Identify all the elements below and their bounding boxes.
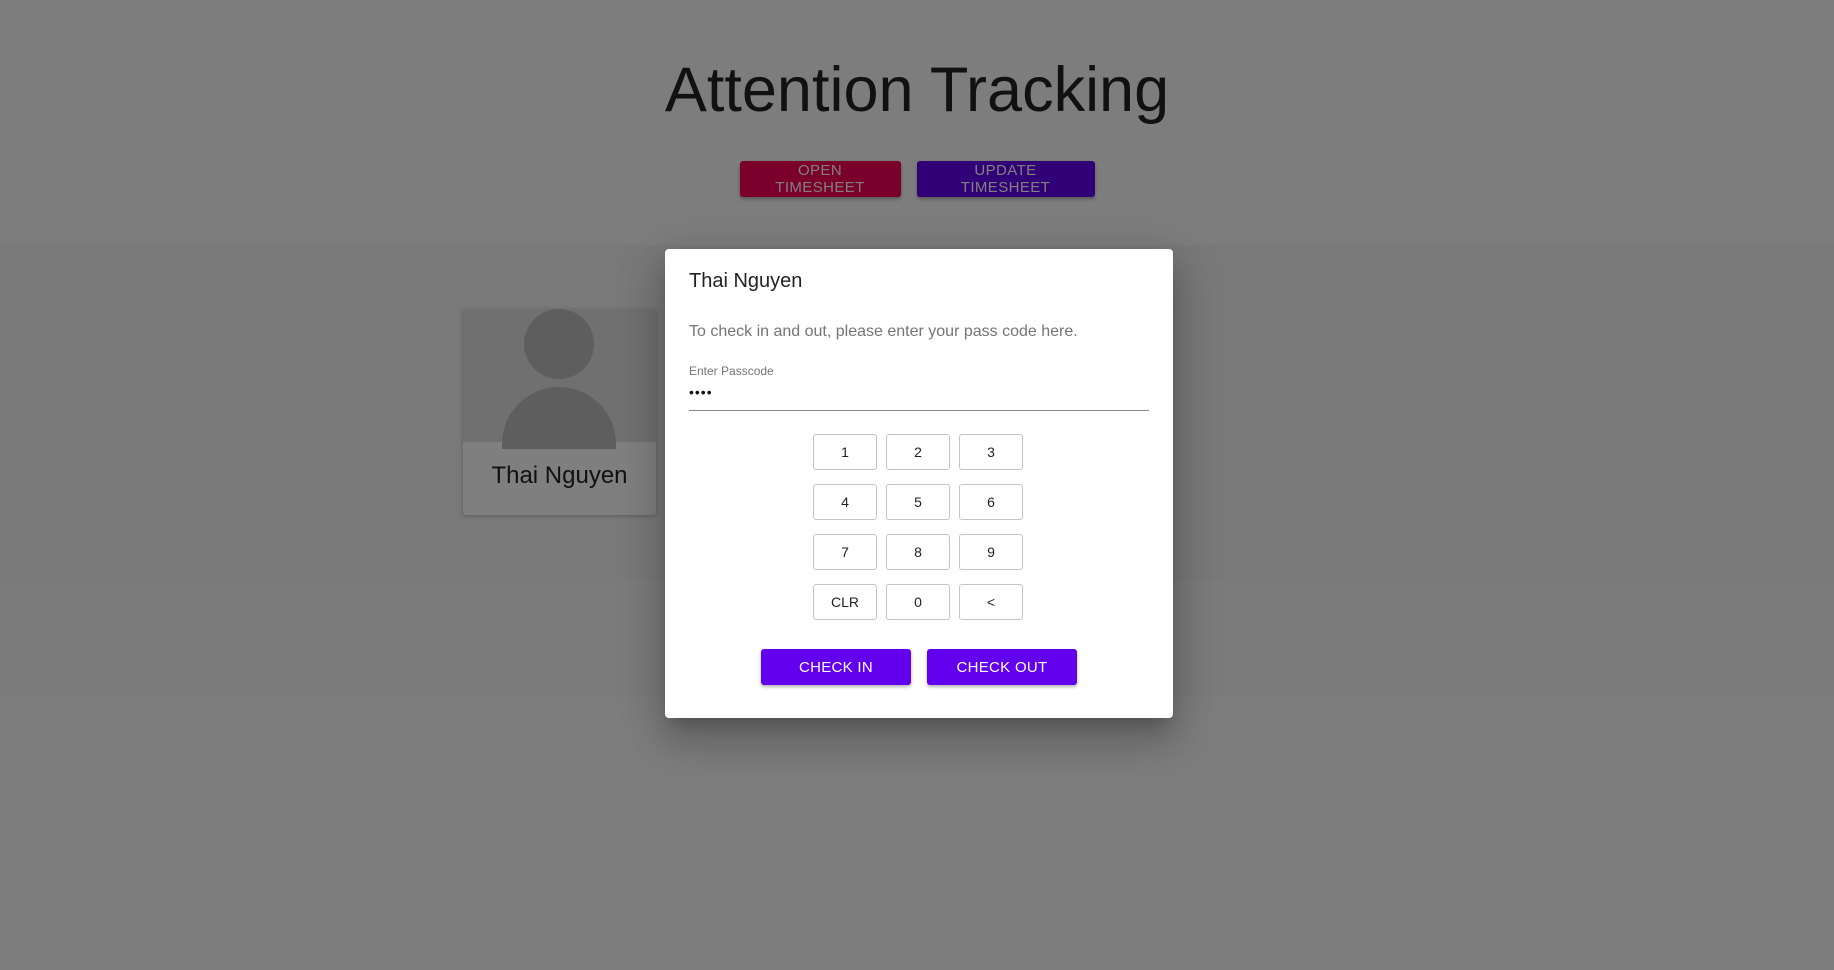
keypad-key-6[interactable]: 6 bbox=[959, 484, 1023, 520]
passcode-field: Enter Passcode bbox=[689, 364, 1149, 411]
passcode-input[interactable] bbox=[689, 380, 1149, 404]
keypad-key-8[interactable]: 8 bbox=[886, 534, 950, 570]
check-in-button[interactable]: CHECK IN bbox=[761, 649, 911, 685]
keypad-key-0[interactable]: 0 bbox=[886, 584, 950, 620]
keypad-key-4[interactable]: 4 bbox=[813, 484, 877, 520]
keypad-backspace-button[interactable]: < bbox=[959, 584, 1023, 620]
keypad-key-3[interactable]: 3 bbox=[959, 434, 1023, 470]
keypad-key-2[interactable]: 2 bbox=[886, 434, 950, 470]
passcode-label: Enter Passcode bbox=[689, 364, 774, 378]
keypad: 1 2 3 4 5 6 7 8 9 CLR 0 < bbox=[813, 434, 1025, 620]
checkin-dialog: Thai Nguyen To check in and out, please … bbox=[665, 249, 1173, 718]
dialog-instructions: To check in and out, please enter your p… bbox=[689, 323, 1078, 340]
keypad-key-7[interactable]: 7 bbox=[813, 534, 877, 570]
keypad-key-5[interactable]: 5 bbox=[886, 484, 950, 520]
keypad-key-1[interactable]: 1 bbox=[813, 434, 877, 470]
dialog-actions: CHECK IN CHECK OUT bbox=[665, 649, 1173, 685]
dialog-title: Thai Nguyen bbox=[689, 270, 803, 292]
keypad-key-9[interactable]: 9 bbox=[959, 534, 1023, 570]
check-out-button[interactable]: CHECK OUT bbox=[927, 649, 1077, 685]
keypad-clear-button[interactable]: CLR bbox=[813, 584, 877, 620]
